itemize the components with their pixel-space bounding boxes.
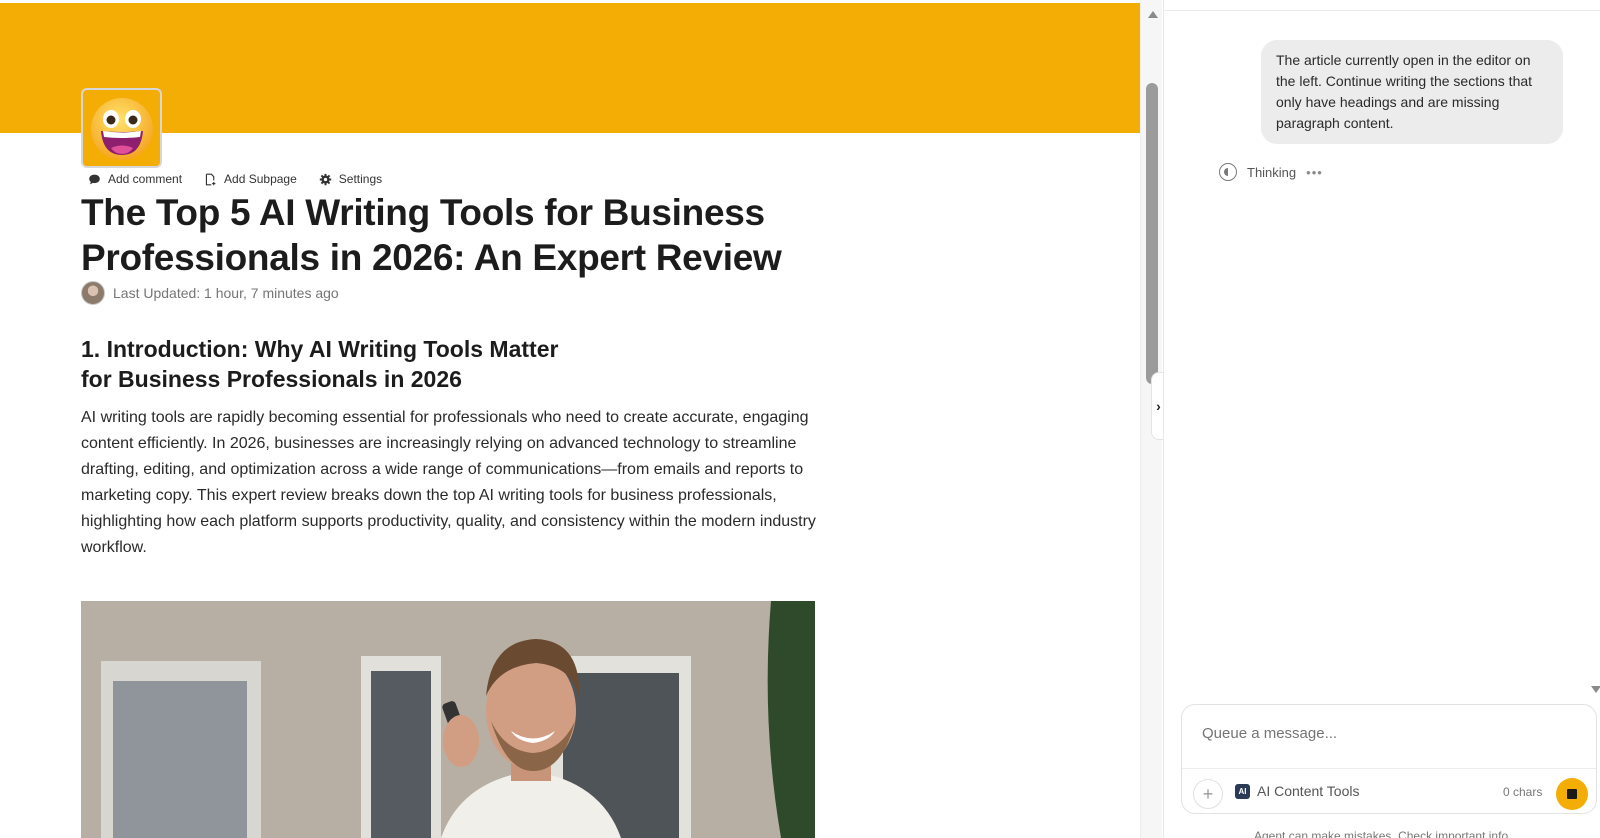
chevron-right-icon: › <box>1156 398 1161 414</box>
loading-dots-icon: ••• <box>1306 164 1323 180</box>
tool-selector[interactable]: AI AI Content Tools <box>1235 783 1359 799</box>
gear-icon <box>319 173 331 185</box>
cover-banner[interactable] <box>0 3 1140 133</box>
thinking-indicator[interactable]: Thinking ••• <box>1219 163 1323 181</box>
add-subpage-label: Add Subpage <box>224 172 297 186</box>
add-subpage-button[interactable]: Add Subpage <box>204 172 297 186</box>
page-title[interactable]: The Top 5 AI Writing Tools for Business … <box>81 190 841 280</box>
message-composer: + AI AI Content Tools 0 chars <box>1181 704 1597 814</box>
char-count: 0 chars <box>1503 785 1543 799</box>
panel-divider <box>1164 10 1600 11</box>
plus-icon: + <box>1202 783 1214 804</box>
message-input[interactable] <box>1202 725 1572 742</box>
thinking-icon <box>1219 163 1237 181</box>
page-actions-bar: Add comment Add Subpage Settings <box>88 172 382 186</box>
man-on-phone-image <box>81 601 815 838</box>
app-window: Add comment Add Subpage Settings The Top… <box>0 0 1600 838</box>
add-attachment-button[interactable]: + <box>1193 779 1223 809</box>
agent-chat-panel: The article currently open in the editor… <box>1163 0 1600 838</box>
comment-icon <box>89 174 100 184</box>
add-comment-label: Add comment <box>108 172 183 186</box>
disclaimer-text: Agent can make mistakes. Check important… <box>1254 829 1512 838</box>
scroll-down-arrow-icon[interactable] <box>1591 686 1600 693</box>
tool-selector-label: AI Content Tools <box>1257 783 1360 799</box>
section-paragraph[interactable]: AI writing tools are rapidly becoming es… <box>81 405 821 561</box>
composer-divider <box>1182 768 1596 769</box>
settings-button[interactable]: Settings <box>319 172 382 186</box>
scroll-up-arrow-icon[interactable] <box>1148 11 1158 18</box>
user-message-bubble: The article currently open in the editor… <box>1261 40 1563 144</box>
section-heading[interactable]: 1. Introduction: Why AI Writing Tools Ma… <box>81 334 581 394</box>
thinking-label: Thinking <box>1247 164 1297 180</box>
ai-tools-icon: AI <box>1235 783 1250 799</box>
add-page-icon <box>205 173 216 185</box>
article-image[interactable] <box>81 601 815 838</box>
stop-generation-button[interactable] <box>1556 778 1588 810</box>
last-updated-text: Last Updated: 1 hour, 7 minutes ago <box>113 285 339 301</box>
add-comment-button[interactable]: Add comment <box>88 172 182 186</box>
scrollbar-thumb[interactable] <box>1146 83 1158 384</box>
stop-icon <box>1567 789 1577 799</box>
author-avatar <box>81 281 105 305</box>
page-emoji-icon[interactable] <box>81 88 162 168</box>
settings-label: Settings <box>338 172 383 186</box>
editor-pane: Add comment Add Subpage Settings The Top… <box>0 0 1140 838</box>
page-meta: Last Updated: 1 hour, 7 minutes ago <box>81 281 339 305</box>
